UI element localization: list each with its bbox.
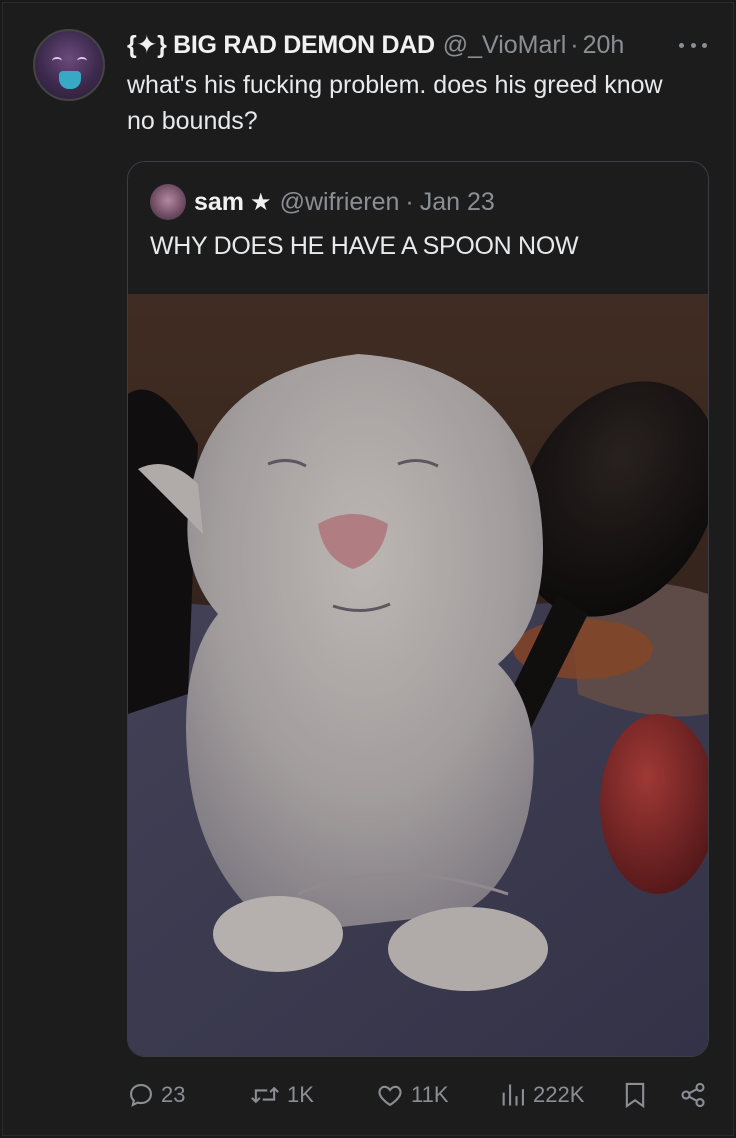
quoted-author-name[interactable]: sam [194,188,244,217]
views-chart-icon [502,1084,524,1106]
quoted-author-avatar[interactable] [150,184,186,220]
tweet-header: {✦} BIG RAD DEMON DAD @_VioMarl · 20h [127,29,624,61]
reply-icon [130,1084,152,1107]
star-icon: ★ [250,188,272,216]
cat-with-spoon-photo-icon [128,294,708,1056]
quoted-tweet-photo[interactable] [128,294,708,1056]
like-count: 11K [411,1082,449,1107]
quoted-tweet-date[interactable]: Jan 23 [420,188,495,217]
share-icon [681,1082,705,1108]
quoted-header-separator: · [405,187,414,216]
repost-icon [251,1086,279,1104]
like-button[interactable]: 11K [375,1081,449,1109]
repost-button[interactable]: 1K [249,1081,314,1109]
more-dot [679,42,684,48]
views-button[interactable]: 222K [499,1081,584,1109]
author-handle[interactable]: @_VioMarl [443,31,567,60]
author-display-name[interactable]: {✦} BIG RAD DEMON DAD [127,30,435,60]
tweet-container: {✦} BIG RAD DEMON DAD @_VioMarl · 20h wh… [2,2,734,1136]
action-bar: 23 1K 11K 222K [3,1073,736,1119]
more-dot [690,42,696,48]
bookmark-icon [625,1082,645,1109]
quoted-tweet-header: sam ★ @wifrieren · Jan 23 [194,184,495,220]
heart-icon [378,1085,402,1107]
more-dot [702,42,707,48]
repost-count: 1K [287,1082,314,1107]
quoted-tweet-text: WHY DOES HE HAVE A SPOON NOW [150,232,579,260]
reply-button[interactable]: 23 [127,1081,185,1109]
author-avatar[interactable] [33,29,105,101]
share-button[interactable] [679,1081,707,1109]
quoted-author-handle[interactable]: @wifrieren [280,188,400,217]
avatar-eye-left [52,57,62,65]
view-count: 222K [533,1082,585,1107]
tweet-text: what's his fucking problem. does his gre… [127,71,663,135]
reply-count: 23 [161,1082,186,1107]
avatar-eye-right [77,57,87,65]
tweet-timestamp[interactable]: 20h [583,31,625,60]
header-separator: · [570,30,579,59]
more-options-icon[interactable] [679,33,707,57]
bookmark-button[interactable] [623,1081,647,1109]
quoted-tweet-card[interactable]: sam ★ @wifrieren · Jan 23 WHY DOES HE HA… [127,161,709,1057]
avatar-mouth [59,71,81,89]
